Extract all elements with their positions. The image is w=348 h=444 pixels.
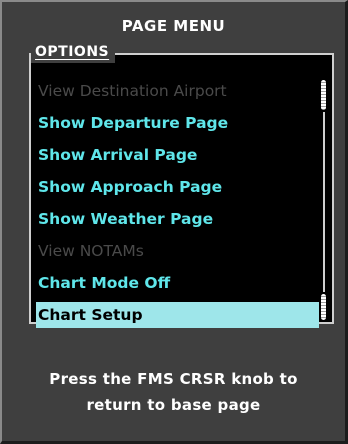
options-menu-list: View Destination Airport Show Departure … <box>36 76 319 328</box>
options-label-text: OPTIONS <box>35 44 110 60</box>
page-menu-window: PAGE MENU OPTIONS View Destination Airpo… <box>0 0 348 444</box>
instruction-line-2: return to base page <box>86 396 261 414</box>
options-scrollbar[interactable] <box>320 80 329 320</box>
menu-item-show-arrival-page[interactable]: Show Arrival Page <box>36 140 319 172</box>
page-title: PAGE MENU <box>121 17 226 35</box>
menu-item-show-weather-page[interactable]: Show Weather Page <box>36 204 319 236</box>
instruction-footer: Press the FMS CRSR knob to return to bas… <box>2 366 345 418</box>
menu-item-chart-mode-off[interactable]: Chart Mode Off <box>36 268 319 300</box>
menu-item-show-departure-page[interactable]: Show Departure Page <box>36 108 319 140</box>
menu-item-chart-setup[interactable]: Chart Setup <box>36 302 319 328</box>
options-group-label: OPTIONS <box>31 41 116 63</box>
menu-item-view-destination-airport: View Destination Airport <box>38 82 227 100</box>
scrollbar-track[interactable] <box>323 112 325 292</box>
instruction-line-1: Press the FMS CRSR knob to <box>49 370 298 388</box>
scrollbar-bottom-grip[interactable] <box>321 294 326 320</box>
menu-item-view-notams: View NOTAMs <box>38 242 144 260</box>
scrollbar-top-grip[interactable] <box>321 80 326 110</box>
menu-item-show-approach-page[interactable]: Show Approach Page <box>36 172 319 204</box>
